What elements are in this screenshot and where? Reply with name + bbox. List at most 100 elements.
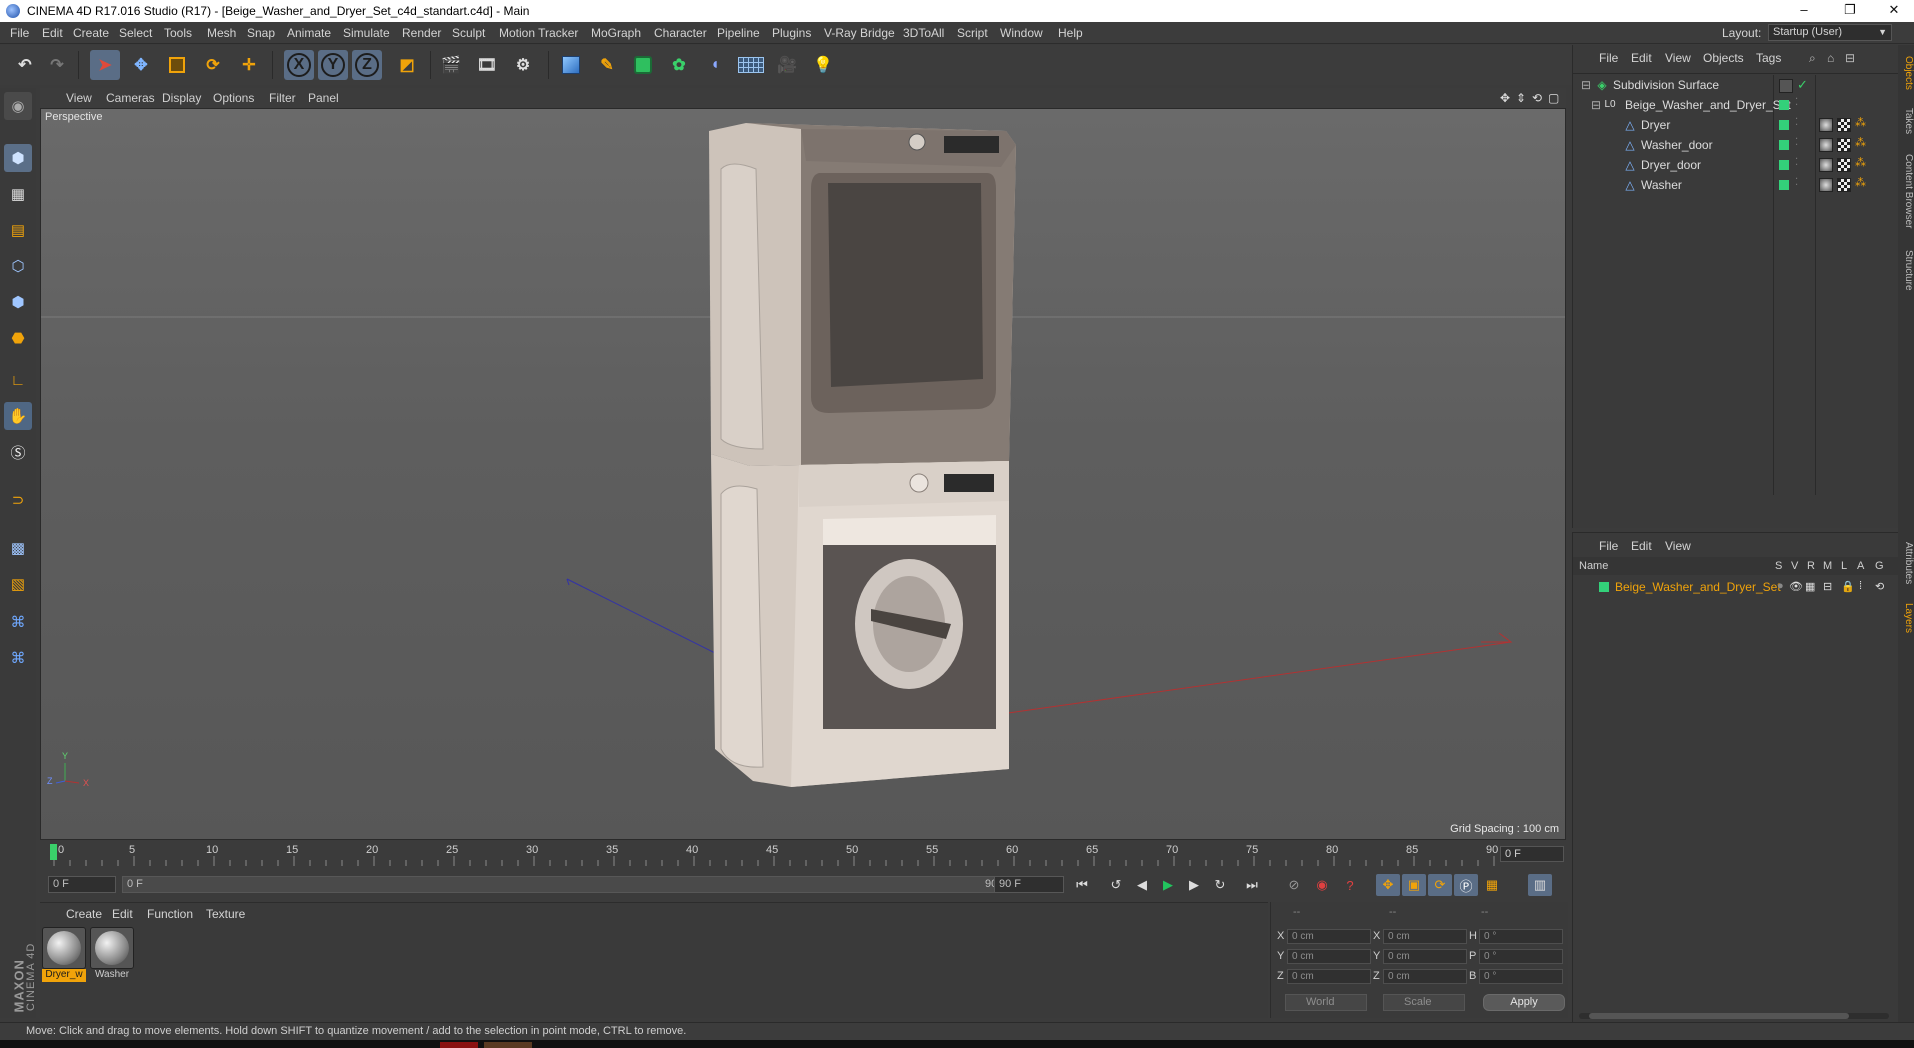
menu-pipeline[interactable]: Pipeline — [717, 26, 760, 40]
floor-grid-icon[interactable] — [736, 50, 766, 80]
menu-mograph[interactable]: MoGraph — [591, 26, 641, 40]
position-z-field[interactable]: 0 cm — [1287, 969, 1371, 984]
restore-button[interactable]: ❐ — [1830, 0, 1870, 22]
axis-y-icon[interactable]: Y — [318, 50, 348, 80]
column-animation[interactable]: A — [1857, 560, 1864, 572]
axis-mode-icon[interactable]: ∟ — [4, 366, 32, 394]
render-toggle-icon[interactable]: ▦ — [1805, 580, 1815, 593]
visibility-dots-icon[interactable]: ⁚ — [1795, 137, 1798, 148]
points-mode-icon[interactable]: ⬡ — [4, 252, 32, 280]
render-picture-viewer-icon[interactable]: 🎞 — [472, 50, 502, 80]
select-pointer-icon[interactable]: ➤ — [90, 50, 120, 80]
menu-mesh[interactable]: Mesh — [207, 26, 236, 40]
current-frame-field[interactable]: 0 F — [1500, 846, 1564, 862]
next-key-icon[interactable]: ↻ — [1208, 874, 1232, 896]
filter-icon[interactable]: ⊟ — [1845, 51, 1855, 65]
layer-color-swatch[interactable] — [1779, 100, 1789, 110]
menu-window[interactable]: Window — [1000, 26, 1043, 40]
scrollbar-thumb[interactable] — [1589, 1013, 1849, 1019]
texture-mode-icon[interactable]: ▦ — [4, 180, 32, 208]
tree-collapse-icon[interactable]: ⊟ — [1579, 78, 1593, 92]
magnet-icon[interactable]: ⊃ — [4, 486, 32, 514]
play-icon[interactable]: ▶ — [1156, 874, 1180, 896]
previous-frame-icon[interactable]: ◀ — [1130, 874, 1154, 896]
subdivision-icon[interactable] — [628, 50, 658, 80]
tree-collapse-icon[interactable]: ⊟ — [1589, 98, 1603, 112]
menu-plugins[interactable]: Plugins — [772, 26, 811, 40]
object-row-beige-washer-and-dryer-set[interactable]: ⊟ L0 Beige_Washer_and_Dryer_Set ⁚ — [1573, 95, 1899, 115]
visibility-dots-icon[interactable]: ⁚ — [1795, 157, 1798, 168]
taskbar-item[interactable] — [484, 1042, 532, 1048]
deformer-icon[interactable]: ◖ — [700, 50, 730, 80]
end-frame-field[interactable]: 90 F — [994, 876, 1064, 893]
menu-motion-tracker[interactable]: Motion Tracker — [499, 26, 578, 40]
keyframe-help-icon[interactable]: ? — [1338, 874, 1362, 896]
camera-icon[interactable]: 🎥 — [772, 50, 802, 80]
size-z-field[interactable]: 0 cm — [1383, 969, 1467, 984]
material-tag-icon[interactable] — [1819, 118, 1833, 132]
menu-file[interactable]: File — [10, 26, 29, 40]
timeline[interactable]: 0 5 10 15 20 25 30 35 40 45 50 55 60 65 … — [40, 842, 1568, 868]
close-button[interactable]: ✕ — [1874, 0, 1914, 22]
menu-create[interactable]: Create — [73, 26, 109, 40]
render-settings-icon[interactable]: ⚙ — [508, 50, 538, 80]
layer-menu-edit[interactable]: Edit — [1631, 539, 1652, 553]
texture-tag-icon[interactable] — [1837, 158, 1851, 172]
texture-tag-icon[interactable] — [1837, 138, 1851, 152]
3d-viewport[interactable]: Perspective Y X Z Grid Spacing : 100 cm — [40, 108, 1566, 840]
rotation-h-field[interactable]: 0 ° — [1479, 929, 1563, 944]
viewport-menu-display[interactable]: Display — [162, 91, 201, 105]
object-row-dryer[interactable]: △ Dryer ⁚ ⁂ — [1573, 115, 1899, 135]
menu-vray-bridge[interactable]: V-Ray Bridge — [824, 26, 895, 40]
selection-tag-icon[interactable]: ⁂ — [1855, 136, 1866, 149]
selection-tag-icon[interactable]: ⁂ — [1855, 176, 1866, 189]
tab-structure[interactable]: Structure — [1898, 245, 1914, 295]
column-manager[interactable]: M — [1823, 560, 1832, 572]
animation-toggle-icon[interactable]: ⁞ — [1859, 580, 1862, 592]
manager-toggle-icon[interactable]: ⊟ — [1823, 580, 1832, 593]
key-position-icon[interactable]: ✥ — [1376, 874, 1400, 896]
viewport-maximize-icon[interactable]: ▢ — [1548, 91, 1559, 105]
viewport-menu-options[interactable]: Options — [213, 91, 254, 105]
go-to-start-icon[interactable]: ⏮ — [1070, 874, 1094, 896]
layout-select[interactable]: Startup (User) ▼ — [1768, 24, 1892, 41]
menu-script[interactable]: Script — [957, 26, 988, 40]
start-frame-field[interactable]: 0 F — [48, 876, 116, 893]
menu-3dtoall[interactable]: 3DToAll — [903, 26, 944, 40]
menu-select[interactable]: Select — [119, 26, 152, 40]
timeline-window-icon[interactable]: ▥ — [1528, 874, 1552, 896]
axis-x-icon[interactable]: X — [284, 50, 314, 80]
viewport-menu-filter[interactable]: Filter — [269, 91, 296, 105]
menu-simulate[interactable]: Simulate — [343, 26, 390, 40]
material-dryer[interactable]: Dryer_w — [42, 927, 86, 983]
menu-sculpt[interactable]: Sculpt — [452, 26, 485, 40]
tab-attributes[interactable]: Attributes — [1898, 535, 1914, 591]
autokey-icon[interactable]: ⊘ — [1282, 874, 1306, 896]
texture-tag-icon[interactable] — [1837, 118, 1851, 132]
layer-menu-view[interactable]: View — [1665, 539, 1691, 553]
search-icon[interactable]: ⌕ — [1809, 51, 1816, 66]
python-icon[interactable]: ⌘ — [4, 608, 32, 636]
material-menu-edit[interactable]: Edit — [112, 907, 133, 921]
light-icon[interactable]: 💡 — [808, 50, 838, 80]
solo-toggle-icon[interactable]: ● — [1777, 580, 1784, 592]
selection-tag-icon[interactable]: ⁂ — [1855, 156, 1866, 169]
viewport-menu-panel[interactable]: Panel — [308, 91, 339, 105]
planar-workplane-icon[interactable]: ▧ — [4, 570, 32, 598]
apply-button[interactable]: Apply — [1483, 994, 1565, 1011]
menu-help[interactable]: Help — [1058, 26, 1083, 40]
key-rotation-icon[interactable]: ⟳ — [1428, 874, 1452, 896]
next-frame-icon[interactable]: ▶ — [1182, 874, 1206, 896]
texture-tag-icon[interactable] — [1837, 178, 1851, 192]
tab-objects[interactable]: Objects — [1898, 51, 1914, 95]
coordinate-mode-select[interactable]: World — [1285, 994, 1367, 1011]
viewport-menu-cameras[interactable]: Cameras — [106, 91, 155, 105]
polygons-mode-icon[interactable]: ⬣ — [4, 324, 32, 352]
menu-render[interactable]: Render — [402, 26, 441, 40]
layer-color-swatch[interactable] — [1779, 140, 1789, 150]
key-scale-icon[interactable]: ▣ — [1402, 874, 1426, 896]
viewport-navigate-icon[interactable]: ✥ — [1500, 91, 1510, 105]
viewport-zoom-icon[interactable]: ⇕ — [1516, 91, 1526, 105]
record-icon[interactable]: ◉ — [1310, 874, 1334, 896]
tab-layers[interactable]: Layers — [1898, 595, 1914, 641]
